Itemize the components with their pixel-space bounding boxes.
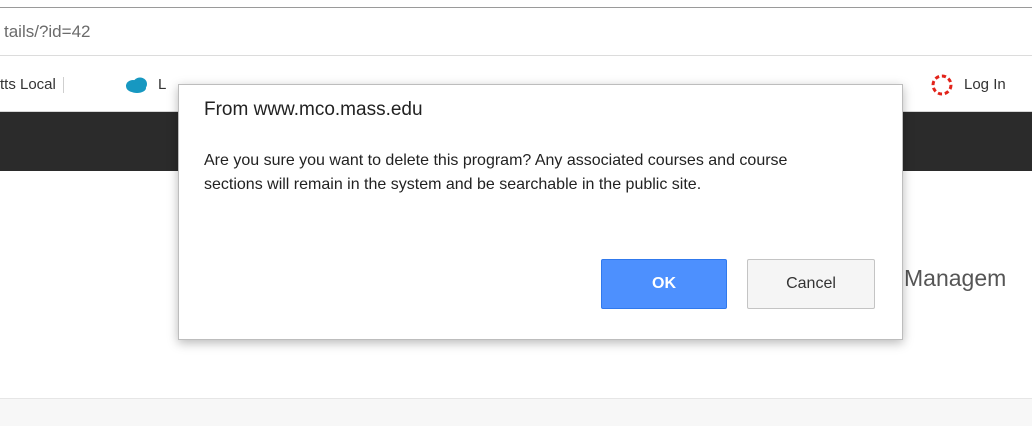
dialog-title: From www.mco.mass.edu [204, 99, 423, 120]
content-band [0, 398, 1032, 426]
bookmark-salesforce[interactable]: L [124, 57, 166, 112]
bookmark-local[interactable]: tts Local [0, 57, 64, 112]
salesforce-cloud-icon [126, 77, 147, 93]
address-bar[interactable]: tails/?id=42 [0, 9, 1032, 56]
bookmark-login[interactable]: Log In [930, 57, 1006, 112]
address-text[interactable]: tails/?id=42 [4, 22, 90, 42]
page-heading: Managem [904, 265, 1007, 291]
ok-button[interactable]: OK [601, 259, 727, 309]
bookmark-separator [62, 76, 64, 93]
confirm-dialog: From www.mco.mass.edu Are you sure you w… [178, 84, 903, 340]
ring-icon [931, 74, 953, 95]
dialog-message: Are you sure you want to delete this pro… [204, 152, 788, 193]
bookmark-salesforce-label: L [158, 76, 167, 93]
bookmark-local-label: tts Local [0, 76, 56, 93]
cancel-button[interactable]: Cancel [747, 259, 875, 309]
browser-top-edge [0, 0, 1032, 8]
bookmark-login-label: Log In [964, 76, 1006, 93]
